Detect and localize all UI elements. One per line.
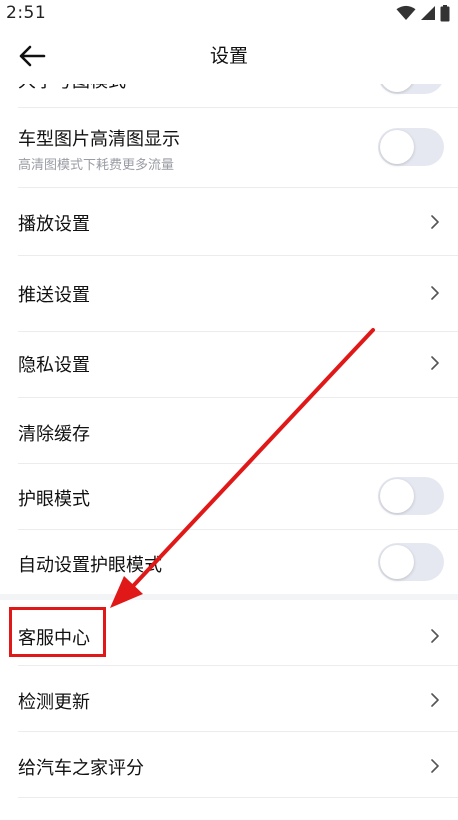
settings-row-clear-cache[interactable]: 清除缓存 (0, 398, 458, 464)
divider (18, 797, 458, 798)
status-bar: 2:51 (0, 0, 458, 26)
chevron-right-icon (431, 629, 439, 643)
settings-row-rate-app[interactable]: 给汽车之家评分 (0, 732, 458, 798)
settings-row-label: 客服中心 (18, 628, 90, 649)
settings-row-partial[interactable]: 大字号图模式 (0, 84, 458, 108)
settings-row-label: 推送设置 (18, 285, 90, 306)
chevron-right-icon (431, 356, 439, 370)
settings-row-push[interactable]: 推送设置 (0, 256, 458, 332)
settings-row-label: 检测更新 (18, 692, 90, 713)
settings-row-label: 清除缓存 (18, 424, 90, 445)
settings-row-privacy[interactable]: 隐私设置 (0, 332, 458, 398)
toggle-switch[interactable] (378, 477, 444, 515)
settings-row-auto-eye-care[interactable]: 自动设置护眼模式 (0, 530, 458, 594)
chevron-right-icon (431, 286, 439, 300)
settings-list: 大字号图模式 车型图片高清图显示 高清图模式下耗费更多流量 播放设置 推送设置 … (0, 84, 458, 820)
app-header: 设置 (0, 26, 458, 84)
status-icons (396, 4, 450, 22)
battery-icon (440, 4, 450, 21)
wifi-icon (396, 5, 416, 20)
settings-row-label: 护眼模式 (18, 489, 90, 510)
settings-row-sublabel: 高清图模式下耗费更多流量 (18, 158, 175, 173)
toggle-switch[interactable] (378, 128, 444, 166)
toggle-switch[interactable] (378, 543, 444, 581)
toggle-knob (380, 545, 414, 579)
settings-row-check-update[interactable]: 检测更新 (0, 666, 458, 732)
status-time: 2:51 (6, 3, 47, 23)
toggle-knob (380, 479, 414, 513)
settings-row-label: 大字号图模式 (18, 84, 126, 93)
chevron-right-icon (431, 693, 439, 707)
settings-row-eye-care[interactable]: 护眼模式 (0, 464, 458, 530)
settings-row-customer-service[interactable]: 客服中心 (0, 600, 458, 666)
settings-row-label: 给汽车之家评分 (18, 758, 144, 779)
toggle-switch[interactable] (378, 84, 444, 94)
toggle-knob (380, 84, 414, 92)
settings-row-playback[interactable]: 播放设置 (0, 188, 458, 256)
toggle-knob (380, 130, 414, 164)
page-title: 设置 (209, 45, 248, 67)
chevron-right-icon (431, 759, 439, 773)
settings-row-label: 车型图片高清图显示 (18, 129, 180, 150)
settings-row-label: 自动设置护眼模式 (18, 555, 162, 576)
cellular-signal-icon (421, 6, 435, 20)
settings-row-hd-images[interactable]: 车型图片高清图显示 高清图模式下耗费更多流量 (0, 108, 458, 188)
settings-row-label: 播放设置 (18, 214, 90, 235)
chevron-right-icon (431, 215, 439, 229)
settings-row-label: 隐私设置 (18, 355, 90, 376)
